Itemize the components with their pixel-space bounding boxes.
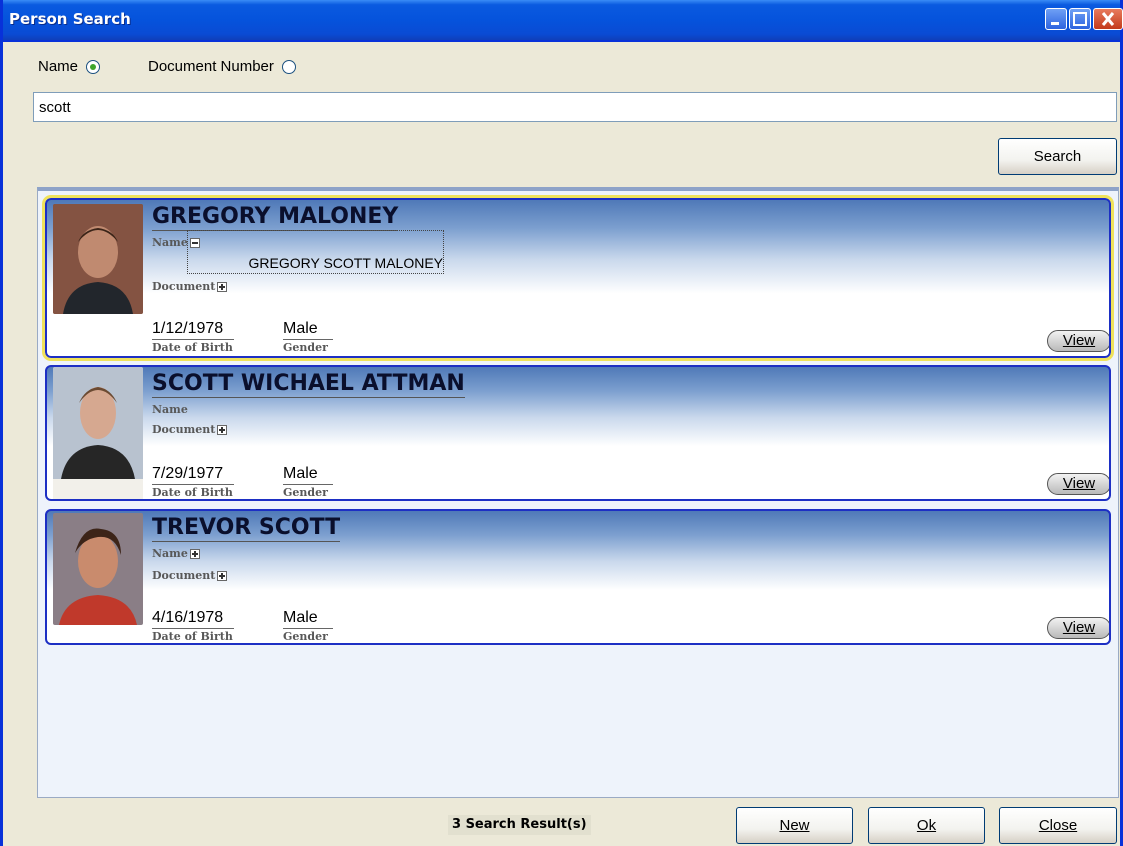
view-button[interactable]: View	[1047, 473, 1109, 495]
title-bar[interactable]: Person Search	[3, 0, 1123, 42]
gender-label: Gender	[283, 486, 328, 499]
dob-label: Date of Birth	[152, 630, 233, 643]
expanded-name-box: GREGORY SCOTT MALONEY	[187, 230, 444, 274]
radio-document-number-button[interactable]	[281, 59, 296, 74]
person-photo	[53, 204, 143, 314]
close-button-label: Close	[1038, 817, 1078, 834]
result-card[interactable]: GREGORY MALONEY Name GREGORY SCOTT MALON…	[42, 195, 1114, 361]
dob-label: Date of Birth	[152, 341, 233, 354]
search-input[interactable]	[33, 92, 1117, 122]
name-label: Name	[152, 403, 188, 416]
person-photo	[53, 513, 143, 625]
window-maximize-icon[interactable]	[1069, 8, 1091, 30]
gender-value: Male	[283, 320, 318, 337]
new-button[interactable]: New	[736, 807, 853, 844]
window-title: Person Search	[9, 10, 131, 28]
name-label-text: Name	[152, 547, 188, 560]
gender-label: Gender	[283, 630, 328, 643]
result-card[interactable]: SCOTT WICHAEL ATTMAN Name Document 7/29/…	[45, 365, 1111, 501]
document-label: Document	[152, 569, 228, 582]
dob-value: 1/12/1978	[152, 320, 224, 337]
new-button-label: New	[779, 817, 810, 834]
gender-underline	[283, 628, 333, 629]
dob-underline	[152, 628, 234, 629]
dob-value: 4/16/1978	[152, 609, 224, 626]
results-count-status: 3 Search Result(s)	[448, 815, 591, 835]
radio-document-number[interactable]: Document Number	[148, 58, 296, 75]
ok-button-label: Ok	[916, 817, 937, 834]
person-name: SCOTT WICHAEL ATTMAN	[152, 371, 465, 398]
radio-document-number-label: Document Number	[148, 58, 274, 75]
gender-underline	[283, 484, 333, 485]
expand-plus-icon[interactable]	[217, 571, 228, 581]
result-card[interactable]: TREVOR SCOTT Name Document 4/16/1978 Dat…	[45, 509, 1111, 645]
ok-button[interactable]: Ok	[868, 807, 985, 844]
document-label-text: Document	[152, 569, 216, 582]
window-close-icon[interactable]	[1093, 8, 1123, 30]
dob-underline	[152, 339, 234, 340]
person-name: TREVOR SCOTT	[152, 515, 341, 542]
gender-label: Gender	[283, 341, 328, 354]
person-name: GREGORY MALONEY	[152, 204, 399, 231]
view-button[interactable]: View	[1047, 330, 1109, 352]
person-photo	[53, 367, 143, 499]
name-label: Name	[152, 547, 200, 560]
gender-value: Male	[283, 465, 318, 482]
radio-name-label: Name	[38, 58, 79, 75]
view-button[interactable]: View	[1047, 617, 1109, 639]
search-button[interactable]: Search	[998, 138, 1117, 175]
radio-name[interactable]: Name	[38, 58, 101, 75]
name-label-text: Name	[152, 236, 188, 249]
dob-label: Date of Birth	[152, 486, 233, 499]
expand-plus-icon[interactable]	[217, 282, 228, 292]
full-name: GREGORY SCOTT MALONEY	[248, 255, 444, 271]
document-label: Document	[152, 280, 228, 293]
document-label-text: Document	[152, 423, 216, 436]
dob-value: 7/29/1977	[152, 465, 224, 482]
window-minimize-icon[interactable]	[1045, 8, 1067, 30]
dob-underline	[152, 484, 234, 485]
radio-name-button[interactable]	[86, 59, 101, 74]
person-search-window: Person Search Name Document Number Searc…	[0, 0, 1123, 846]
gender-underline	[283, 339, 333, 340]
document-label: Document	[152, 423, 228, 436]
results-list[interactable]: GREGORY MALONEY Name GREGORY SCOTT MALON…	[37, 187, 1119, 798]
expand-plus-icon[interactable]	[217, 425, 228, 435]
gender-value: Male	[283, 609, 318, 626]
document-label-text: Document	[152, 280, 216, 293]
expand-plus-icon[interactable]	[189, 549, 200, 559]
close-button[interactable]: Close	[999, 807, 1117, 844]
